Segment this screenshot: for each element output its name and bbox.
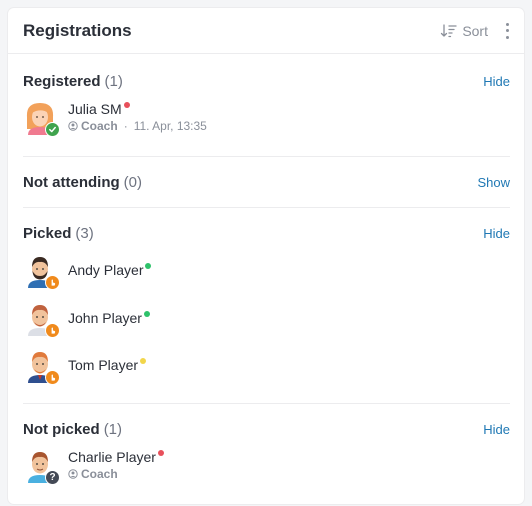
section-count: (0) [123,173,142,191]
user-icon [68,121,78,131]
section-label: Not attending [23,173,120,191]
hide-picked-button[interactable]: Hide [483,226,510,241]
section-registered: Registered (1) Hide [8,71,524,91]
hand-icon [45,370,60,385]
section-count: (1) [104,72,123,90]
card-title: Registrations [23,20,132,40]
question-icon: ? [45,470,60,485]
hide-registered-button[interactable]: Hide [483,74,510,89]
section-not-picked: Not picked (1) Hide [8,419,524,439]
status-dot [143,311,150,317]
section-label: Not picked [23,420,100,438]
divider [23,207,510,208]
status-dot [145,263,152,269]
meta-separator: · [123,119,128,133]
more-options-icon[interactable] [504,22,510,39]
hand-icon [45,275,60,290]
sort-icon [441,23,457,37]
hand-icon [45,323,60,338]
divider [23,403,510,404]
section-count: (1) [103,420,123,438]
registrations-card: Registrations Sort Registered (1) Hide J… [8,8,524,504]
avatar [23,252,60,290]
list-item[interactable]: Julia SM Coach · 11. Apr, 13:35 [23,97,207,137]
hide-not-picked-button[interactable]: Hide [483,422,510,437]
avatar [23,347,60,385]
status-dot [123,102,130,108]
user-icon [68,469,78,479]
person-name: Julia SM [68,101,122,117]
person-name: Charlie Player [68,449,156,465]
sort-label: Sort [462,22,488,39]
list-item[interactable]: Andy Player [23,250,152,290]
check-icon [45,122,60,137]
card-header: Registrations Sort [8,8,524,54]
show-not-attending-button[interactable]: Show [477,175,510,190]
section-not-attending: Not attending (0) Show [8,172,524,192]
section-picked: Picked (3) Hide [8,223,524,243]
person-role: Coach [81,467,118,481]
status-dot [140,358,147,364]
list-item[interactable]: John Player [23,298,150,338]
section-count: (3) [75,224,94,242]
status-dot [157,450,164,456]
person-name: Andy Player [68,262,144,278]
list-item[interactable]: Tom Player [23,345,147,385]
avatar [23,300,60,338]
person-role: Coach [81,119,118,133]
section-label: Picked [23,224,72,242]
person-name: John Player [68,310,142,326]
list-item[interactable]: ? Charlie Player Coach [23,445,164,485]
avatar [23,99,60,137]
avatar: ? [23,447,60,485]
sort-button[interactable]: Sort [440,23,488,39]
person-name: Tom Player [68,357,139,373]
divider [23,156,510,157]
registration-date: 11. Apr, 13:35 [133,119,207,133]
section-label: Registered [23,72,101,90]
